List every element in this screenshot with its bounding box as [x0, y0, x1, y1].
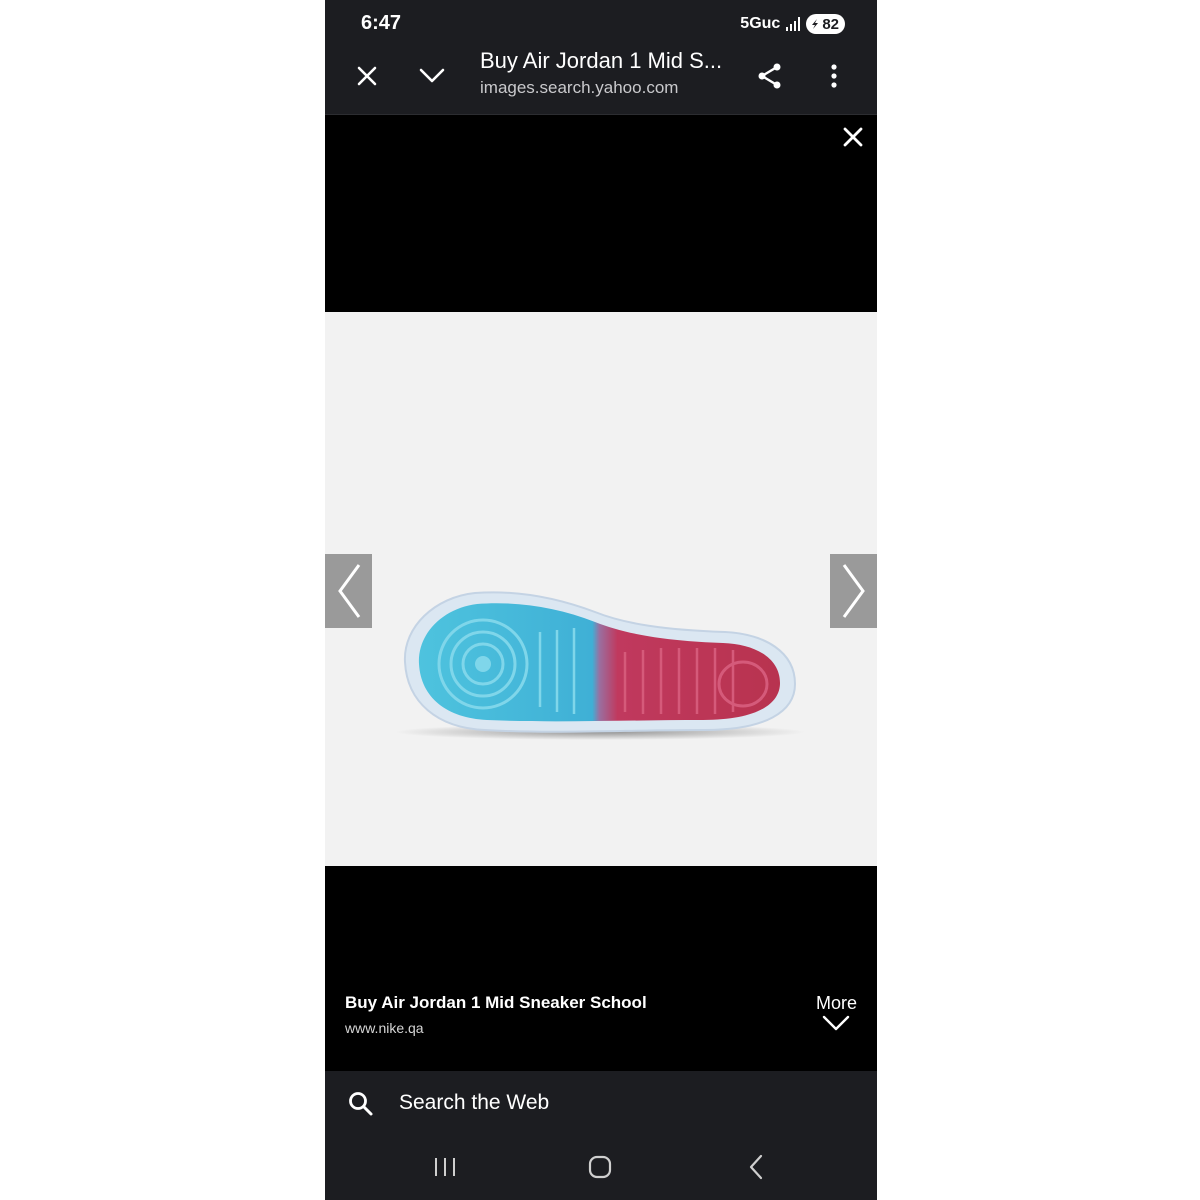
menu-button[interactable]	[810, 52, 858, 100]
battery-saver-icon	[812, 19, 819, 29]
chevron-right-icon	[842, 564, 865, 618]
chevron-left-icon	[337, 564, 360, 618]
product-image[interactable]	[325, 312, 877, 866]
image-caption[interactable]: Buy Air Jordan 1 Mid Sneaker School www.…	[345, 993, 647, 1036]
system-nav-bar	[325, 1137, 877, 1200]
share-button[interactable]	[746, 52, 794, 100]
close-button[interactable]	[343, 52, 391, 100]
close-icon	[357, 66, 377, 86]
back-icon	[749, 1154, 763, 1180]
back-button[interactable]	[732, 1143, 780, 1191]
phone-screen: 6:47 5Guc 82 Buy Air Jordan 1 Mid S... i…	[325, 0, 877, 1200]
share-icon	[758, 63, 781, 89]
status-indicators: 5Guc 82	[740, 12, 845, 36]
search-label: Search the Web	[399, 1091, 550, 1114]
next-image-button[interactable]	[830, 554, 877, 628]
page-url: images.search.yahoo.com	[480, 78, 679, 97]
caption-source: www.nike.qa	[345, 1020, 424, 1036]
page-info[interactable]: Buy Air Jordan 1 Mid S... images.search.…	[480, 48, 730, 98]
sneaker-sole-image	[395, 591, 805, 740]
home-button[interactable]	[576, 1143, 624, 1191]
previous-image-button[interactable]	[325, 554, 372, 628]
more-vertical-icon	[831, 64, 837, 88]
recent-apps-icon	[435, 1158, 455, 1176]
more-label: More	[815, 993, 857, 1013]
status-time: 6:47	[361, 12, 402, 34]
search-icon	[349, 1092, 373, 1116]
minimize-button[interactable]	[408, 52, 456, 100]
search-bar[interactable]: Search the Web	[325, 1071, 877, 1137]
page-title: Buy Air Jordan 1 Mid S...	[480, 48, 723, 73]
image-viewer: Buy Air Jordan 1 Mid Sneaker School www.…	[325, 115, 877, 1070]
home-icon	[588, 1155, 612, 1179]
chevron-down-icon	[823, 1015, 850, 1031]
signal-icon	[786, 17, 801, 31]
network-indicator: 5Guc	[740, 15, 781, 32]
battery-level: 82	[822, 15, 839, 33]
recent-apps-button[interactable]	[421, 1143, 469, 1191]
caption-title: Buy Air Jordan 1 Mid Sneaker School	[345, 993, 647, 1012]
battery-indicator: 82	[806, 14, 845, 34]
chevron-down-icon	[419, 68, 445, 83]
browser-header: 6:47 5Guc 82 Buy Air Jordan 1 Mid S... i…	[325, 0, 877, 115]
close-icon	[843, 127, 863, 147]
more-button[interactable]: More	[816, 993, 857, 1032]
close-viewer-button[interactable]	[829, 113, 877, 161]
